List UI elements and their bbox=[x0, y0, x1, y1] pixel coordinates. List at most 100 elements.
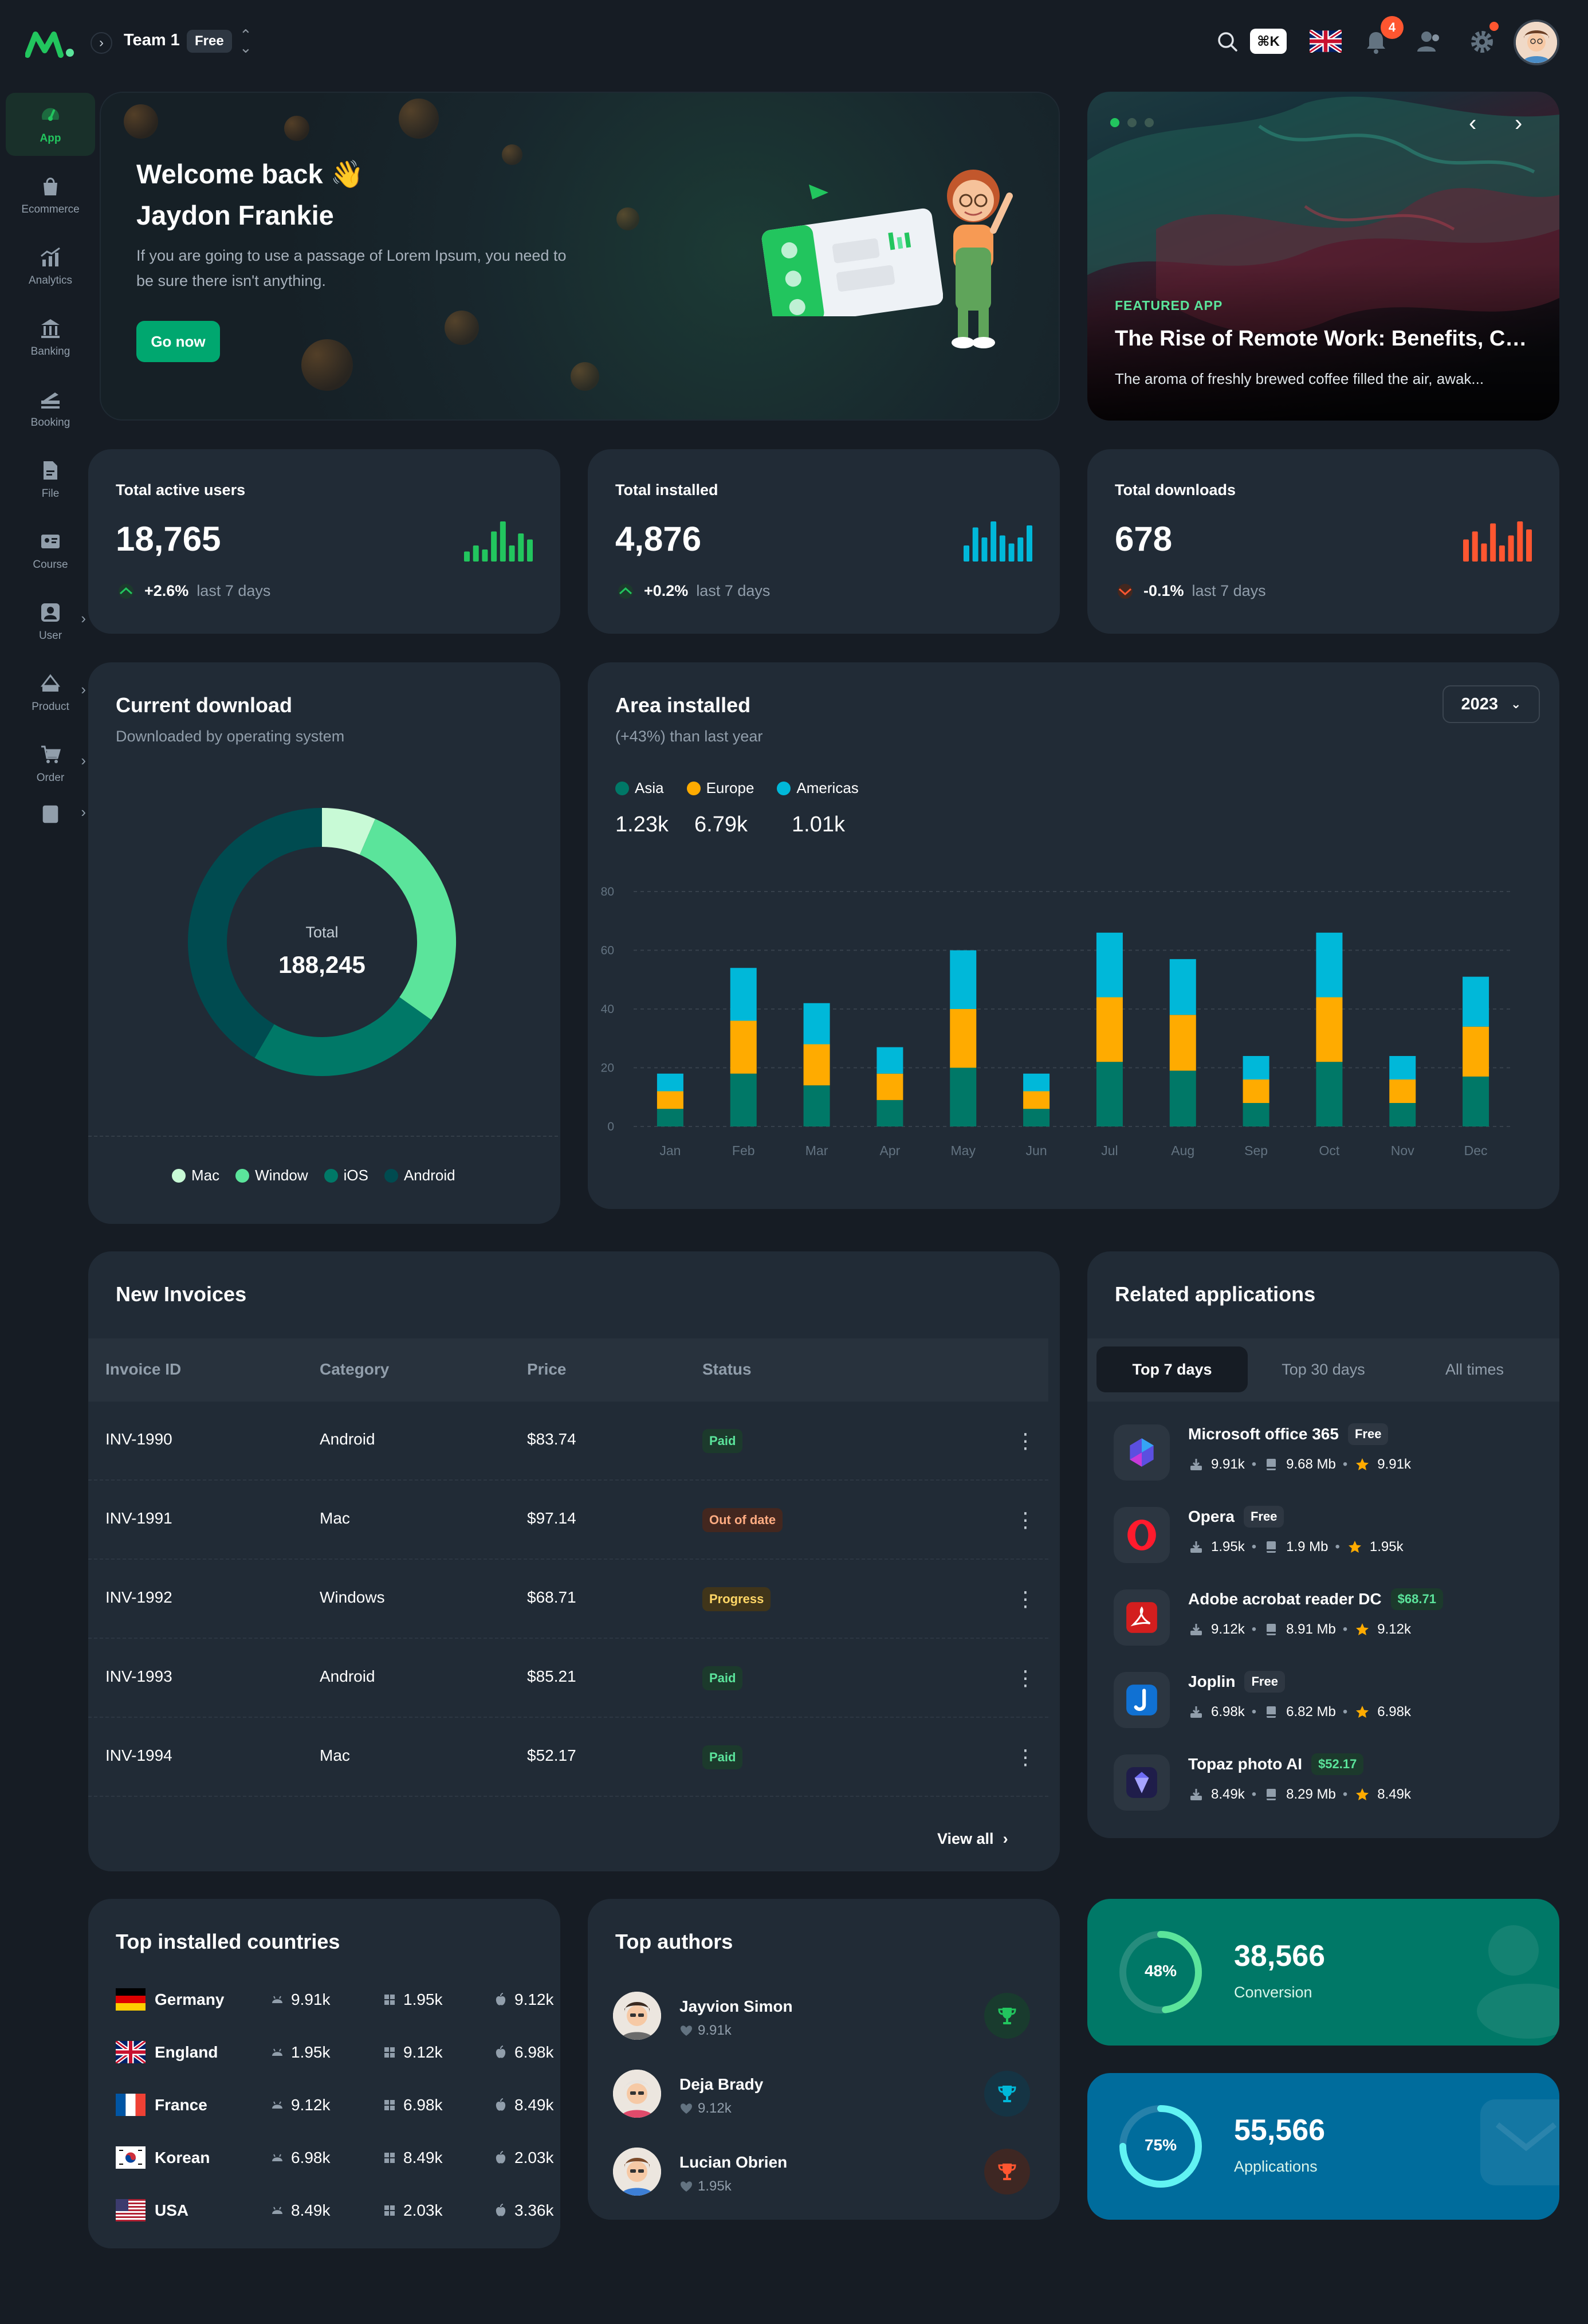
logo[interactable] bbox=[25, 30, 77, 58]
bar-segment[interactable] bbox=[730, 968, 757, 1021]
app-name[interactable]: Opera Free bbox=[1188, 1506, 1284, 1528]
gear-icon[interactable] bbox=[1469, 29, 1495, 55]
bar-segment[interactable] bbox=[1243, 1079, 1269, 1103]
author-row[interactable]: Lucian Obrien 1.95k bbox=[588, 2141, 1060, 2204]
app-list-item[interactable]: Joplin Free 6.98k • 6.82 Mb • 6.98k bbox=[1087, 1663, 1559, 1737]
bar-segment[interactable] bbox=[1096, 997, 1123, 1062]
bar-segment[interactable] bbox=[730, 1020, 757, 1074]
more-options-icon[interactable]: ⋮ bbox=[1015, 1664, 1036, 1693]
bar-segment[interactable] bbox=[1463, 1026, 1489, 1077]
featured-title[interactable]: The Rise of Remote Work: Benefits, Ch... bbox=[1115, 327, 1533, 351]
bar-segment[interactable] bbox=[1316, 932, 1343, 998]
search-icon[interactable] bbox=[1216, 30, 1240, 54]
sidebar-item-booking[interactable]: Booking bbox=[6, 377, 95, 440]
more-options-icon[interactable]: ⋮ bbox=[1015, 1506, 1036, 1534]
bar-segment[interactable] bbox=[950, 1067, 977, 1127]
go-now-button[interactable]: Go now bbox=[136, 321, 220, 362]
sidebar-item-banking[interactable]: Banking bbox=[6, 306, 95, 369]
user-avatar[interactable] bbox=[1514, 19, 1559, 65]
sidebar-item-ecommerce[interactable]: Ecommerce bbox=[6, 164, 95, 227]
bar-segment[interactable] bbox=[1316, 1062, 1343, 1126]
view-all-link[interactable]: View all › bbox=[937, 1830, 1008, 1848]
bar-segment[interactable] bbox=[876, 1073, 903, 1100]
bar-segment[interactable] bbox=[1169, 1015, 1196, 1071]
tab-all-times[interactable]: All times bbox=[1399, 1346, 1550, 1392]
donut-slice[interactable] bbox=[359, 819, 456, 1020]
app-list-item[interactable]: Opera Free 1.95k • 1.9 Mb • 1.95k bbox=[1087, 1498, 1559, 1572]
table-row[interactable]: INV-1993 Android $85.21 Paid ⋮ bbox=[88, 1639, 1048, 1718]
app-list-item[interactable]: Topaz photo AI $52.17 8.49k • 8.29 Mb • 8.49k bbox=[1087, 1745, 1559, 1820]
bar-segment[interactable] bbox=[1243, 1056, 1269, 1079]
sidebar-item-product[interactable]: Product › bbox=[6, 661, 95, 724]
team-expand-button[interactable]: › bbox=[91, 32, 112, 54]
bar-segment[interactable] bbox=[1389, 1103, 1416, 1126]
search-shortcut[interactable]: ⌘K bbox=[1250, 29, 1287, 54]
bar-segment[interactable] bbox=[876, 1100, 903, 1126]
sidebar-item-order[interactable]: Order › bbox=[6, 732, 95, 795]
bar-segment[interactable] bbox=[1096, 932, 1123, 998]
uk-flag-icon[interactable] bbox=[1310, 30, 1342, 53]
sidebar-item-user[interactable]: User › bbox=[6, 590, 95, 653]
table-row[interactable]: INV-1992 Windows $68.71 Progress ⋮ bbox=[88, 1560, 1048, 1639]
app-name[interactable]: Microsoft office 365 Free bbox=[1188, 1423, 1389, 1445]
app-name[interactable]: Joplin Free bbox=[1188, 1671, 1285, 1693]
featured-app-carousel[interactable]: ‹ › FEATURED APP The Rise of Remote Work… bbox=[1087, 92, 1559, 421]
bar-segment[interactable] bbox=[1463, 1076, 1489, 1126]
team-name[interactable]: Team 1 bbox=[124, 31, 180, 50]
bar-segment[interactable] bbox=[657, 1091, 683, 1109]
author-row[interactable]: Deja Brady 9.12k bbox=[588, 2063, 1060, 2126]
tab-top-7-days[interactable]: Top 7 days bbox=[1096, 1346, 1248, 1392]
app-list-item[interactable]: Microsoft office 365 Free 9.91k • 9.68 Mb • 9.… bbox=[1087, 1415, 1559, 1490]
sidebar-item-file[interactable]: File bbox=[6, 448, 95, 511]
bar-segment[interactable] bbox=[803, 1085, 830, 1126]
column-header[interactable]: Status bbox=[702, 1360, 752, 1379]
column-header[interactable]: Category bbox=[320, 1360, 389, 1379]
year-select[interactable]: 2023 ⌄ bbox=[1442, 685, 1540, 723]
app-name[interactable]: Adobe acrobat reader DC $68.71 bbox=[1188, 1588, 1443, 1610]
bar-segment[interactable] bbox=[1316, 997, 1343, 1062]
donut-slice[interactable] bbox=[254, 996, 431, 1076]
app-list-item[interactable]: Adobe acrobat reader DC $68.71 9.12k • 8.91 … bbox=[1087, 1580, 1559, 1655]
more-options-icon[interactable]: ⋮ bbox=[1015, 1743, 1036, 1772]
sidebar-item-course[interactable]: Course bbox=[6, 519, 95, 582]
bar-segment[interactable] bbox=[803, 1044, 830, 1086]
bar-segment[interactable] bbox=[1169, 1070, 1196, 1126]
more-options-icon[interactable]: ⋮ bbox=[1015, 1585, 1036, 1614]
tab-top-30-days[interactable]: Top 30 days bbox=[1248, 1346, 1399, 1392]
bar-segment[interactable] bbox=[1096, 1062, 1123, 1126]
bar-segment[interactable] bbox=[950, 1009, 977, 1068]
bar-segment[interactable] bbox=[1243, 1103, 1269, 1126]
bar-segment[interactable] bbox=[1023, 1073, 1050, 1092]
bar-segment[interactable] bbox=[1389, 1079, 1416, 1103]
bar-segment[interactable] bbox=[1023, 1091, 1050, 1109]
bar-segment[interactable] bbox=[1169, 959, 1196, 1015]
carousel-next-button[interactable]: › bbox=[1515, 112, 1522, 135]
team-switch-icon[interactable]: ⌃ ⌄ bbox=[239, 28, 252, 55]
more-options-icon[interactable]: ⋮ bbox=[1015, 1427, 1036, 1455]
table-row[interactable]: INV-1991 Mac $97.14 Out of date ⋮ bbox=[88, 1481, 1048, 1560]
bar-segment[interactable] bbox=[1023, 1109, 1050, 1126]
sidebar-item-app[interactable]: App bbox=[6, 93, 95, 156]
bar-segment[interactable] bbox=[876, 1047, 903, 1074]
column-header[interactable]: Price bbox=[527, 1360, 567, 1379]
carousel-dots[interactable] bbox=[1110, 118, 1154, 127]
bar-segment[interactable] bbox=[657, 1109, 683, 1126]
table-row[interactable]: INV-1994 Mac $52.17 Paid ⋮ bbox=[88, 1718, 1048, 1797]
carousel-dot[interactable] bbox=[1110, 118, 1119, 127]
column-header[interactable]: Invoice ID bbox=[105, 1360, 181, 1379]
app-name[interactable]: Topaz photo AI $52.17 bbox=[1188, 1753, 1364, 1775]
bar-segment[interactable] bbox=[730, 1073, 757, 1126]
bar-segment[interactable] bbox=[803, 1003, 830, 1045]
carousel-dot[interactable] bbox=[1145, 118, 1154, 127]
contacts-icon[interactable] bbox=[1415, 29, 1442, 55]
sidebar-item-invoice[interactable]: › bbox=[6, 803, 95, 825]
carousel-prev-button[interactable]: ‹ bbox=[1469, 112, 1476, 135]
bar-segment[interactable] bbox=[1463, 976, 1489, 1027]
table-row[interactable]: INV-1990 Android $83.74 Paid ⋮ bbox=[88, 1402, 1048, 1481]
donut-slice[interactable] bbox=[321, 808, 375, 855]
bar-segment[interactable] bbox=[950, 950, 977, 1010]
author-row[interactable]: Jayvion Simon 9.91k bbox=[588, 1985, 1060, 2048]
carousel-dot[interactable] bbox=[1127, 118, 1137, 127]
bar-segment[interactable] bbox=[1389, 1056, 1416, 1079]
sidebar-item-analytics[interactable]: Analytics bbox=[6, 235, 95, 298]
